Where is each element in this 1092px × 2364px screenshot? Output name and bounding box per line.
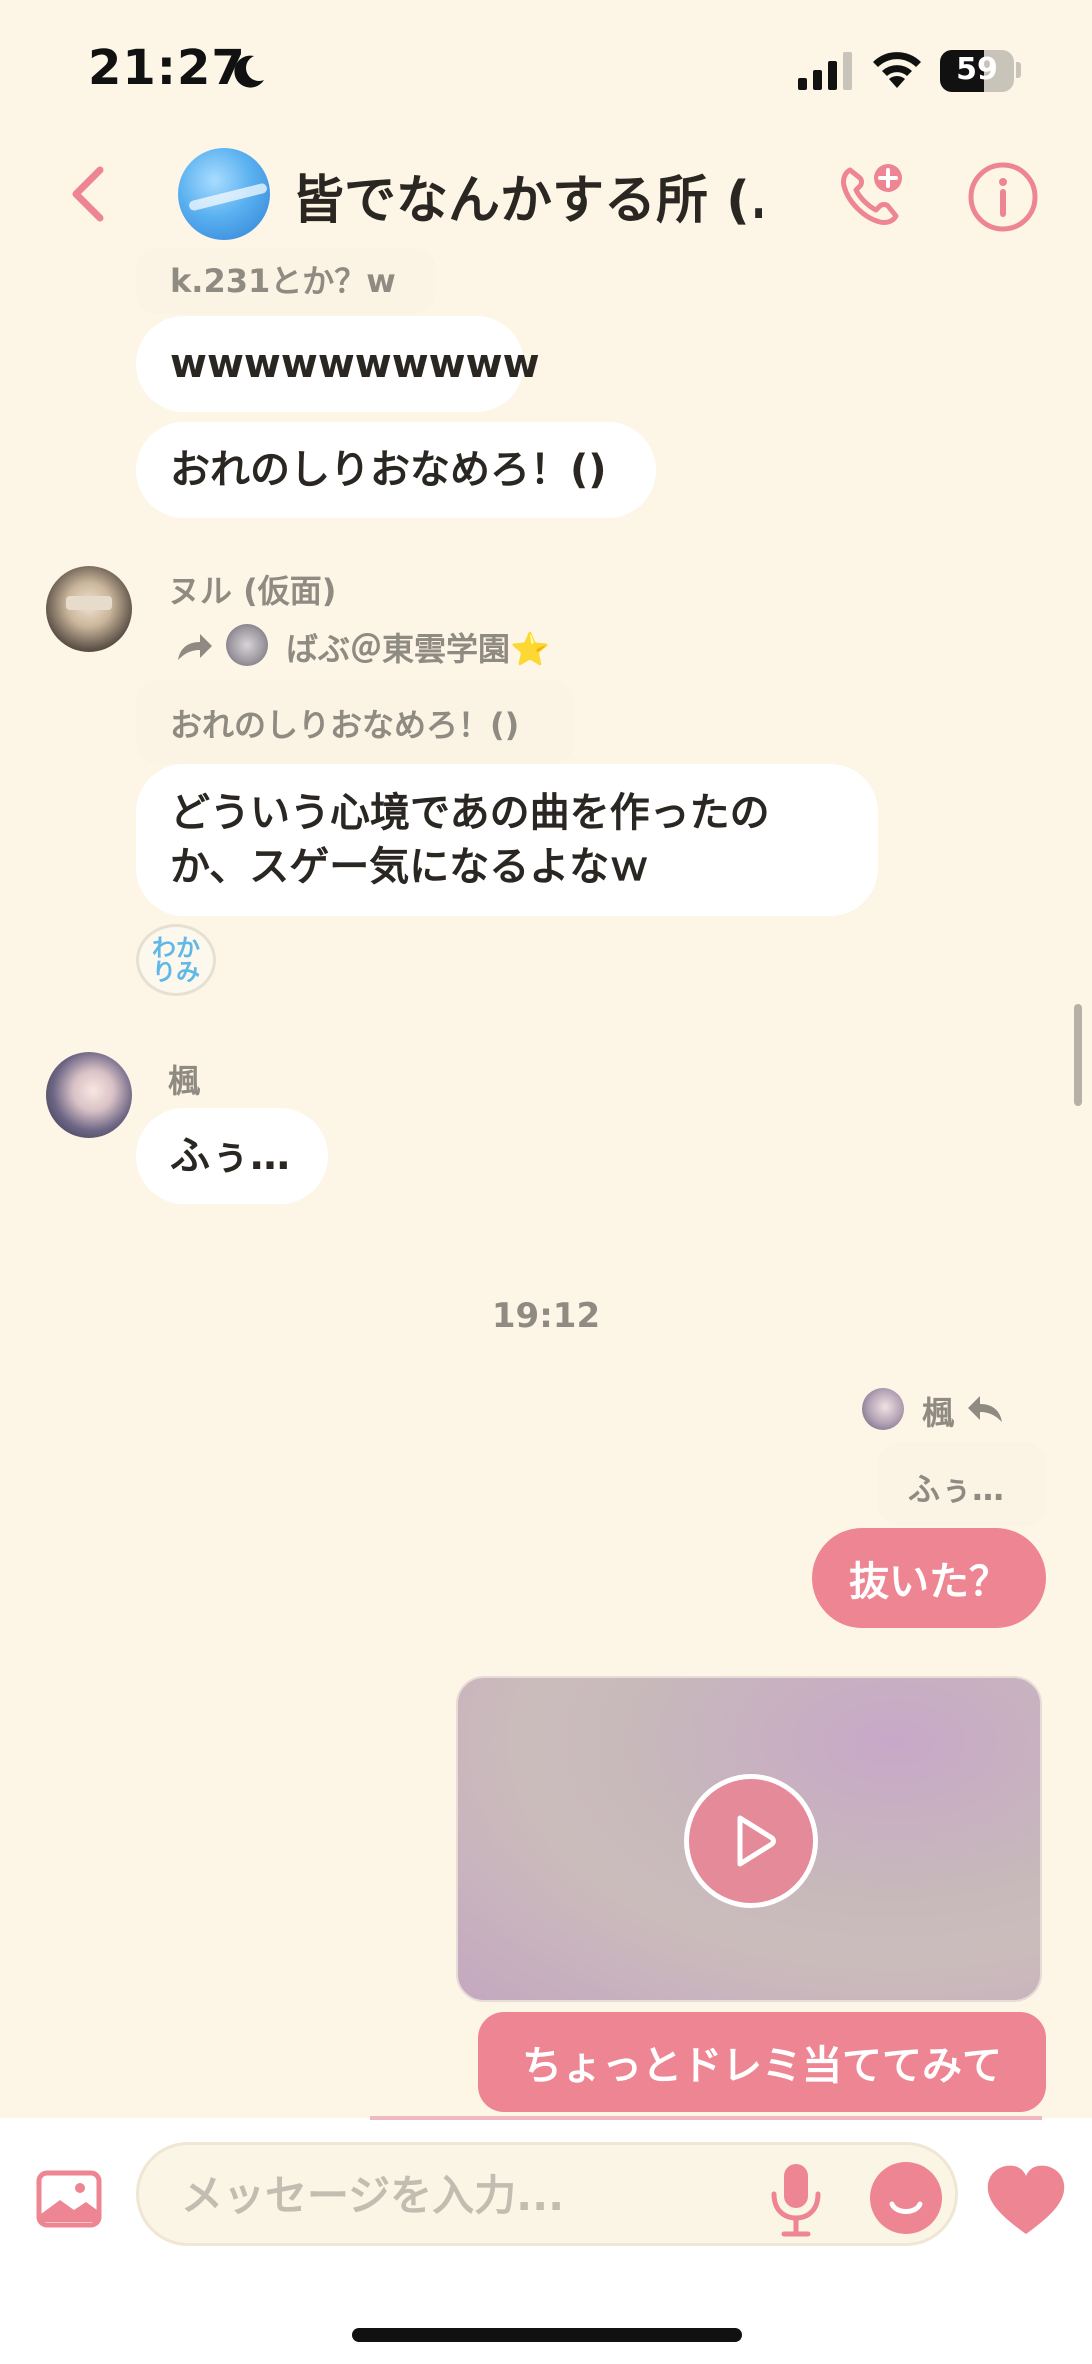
share-arrow-icon [178, 634, 212, 660]
chat-title[interactable]: 皆でなんかする所 (... [292, 158, 762, 233]
message-bubble[interactable]: wwwwwwwwww [136, 316, 540, 412]
sender-name: 楓 [168, 1062, 201, 1100]
battery-cap [1016, 62, 1021, 78]
message-input-wrap [136, 2142, 958, 2246]
status-time: 21:27 [88, 40, 246, 96]
image-icon[interactable] [36, 2170, 102, 2228]
avatar [226, 624, 268, 666]
play-button[interactable] [684, 1774, 818, 1908]
heart-icon[interactable] [984, 2162, 1068, 2238]
sender-name: ヌル (仮面) [168, 572, 337, 610]
my-message-bubble[interactable]: 抜いた？ [812, 1528, 1046, 1628]
scrollbar[interactable] [1074, 1004, 1082, 1106]
battery-level: 59 [956, 52, 998, 87]
my-message-bubble[interactable]: ちょっとドレミ当ててみて [478, 2012, 1046, 2112]
moon-icon [234, 55, 264, 88]
back-chevron-icon[interactable] [64, 164, 110, 224]
reaction-text: りみ [152, 958, 200, 986]
play-icon [737, 1815, 776, 1867]
quoted-message: おれのしりおなめろ！() [136, 680, 574, 764]
microphone-icon[interactable] [766, 2162, 826, 2238]
message-bubble[interactable]: おれのしりおなめろ！() [136, 422, 656, 518]
cellular-signal-icon [798, 52, 852, 90]
wifi-icon [873, 52, 921, 88]
video-message[interactable] [456, 1676, 1042, 2002]
quoted-message: k.231とか？w [136, 248, 436, 314]
reply-icon [968, 1396, 1002, 1422]
group-avatar[interactable] [178, 148, 270, 240]
call-add-icon[interactable] [836, 160, 906, 230]
emoji-icon[interactable] [870, 2162, 942, 2234]
reaction-sticker[interactable]: わか りみ [136, 924, 216, 996]
message-text-line: どういう心境であの曲を作ったの [170, 790, 770, 836]
quoted-message: ふぅ… [878, 1442, 1046, 1526]
battery-indicator: 59 [940, 50, 1014, 92]
avatar[interactable] [46, 1052, 132, 1138]
message-bubble[interactable]: どういう心境であの曲を作ったの か、スゲー気になるよなｗ [136, 764, 878, 916]
reply-target-name: ばぶ＠東雲学園⭐️ [286, 630, 550, 668]
avatar[interactable] [46, 566, 132, 652]
message-edge [370, 2116, 1042, 2120]
timestamp: 19:12 [491, 1296, 601, 1336]
info-icon[interactable] [966, 160, 1040, 234]
reply-target-name: 楓 [922, 1394, 955, 1432]
avatar [862, 1388, 904, 1430]
home-indicator [352, 2328, 742, 2342]
message-input[interactable] [181, 2165, 741, 2225]
reaction-text: わか [152, 934, 200, 962]
message-bubble[interactable]: ふぅ… [136, 1108, 328, 1204]
message-text-line: か、スゲー気になるよなｗ [170, 844, 650, 890]
